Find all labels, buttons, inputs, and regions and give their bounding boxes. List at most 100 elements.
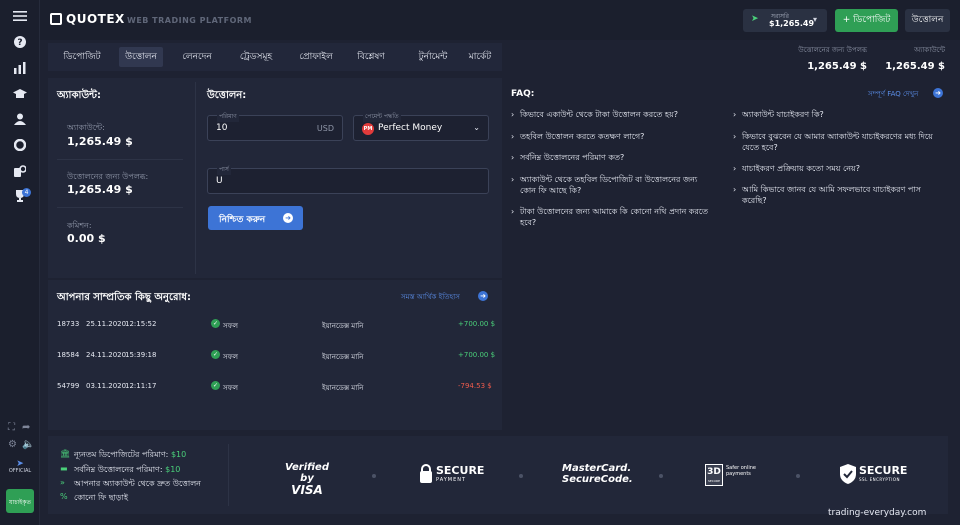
- request-id: 18733: [57, 320, 80, 328]
- purse-label: পার্স: [217, 164, 231, 175]
- tab-deposit[interactable]: ডিপোজিট: [54, 47, 110, 67]
- faq-question: সর্বনিম্ন উত্তোলনের পরিমাণ কত?: [520, 153, 625, 162]
- tab-tournaments[interactable]: টুর্নামেন্ট: [403, 47, 463, 67]
- fast-forward-icon: »: [60, 478, 65, 487]
- education-icon[interactable]: [10, 88, 30, 104]
- request-method: ইয়ানডেক্স মানি: [322, 353, 364, 361]
- feature-text: আপনার অ্যাকাউন্ট থেকে দ্রুত উত্তোলন: [74, 479, 201, 488]
- request-status: সফল: [223, 322, 238, 330]
- commission-value: 0.00 $: [67, 232, 106, 245]
- visa-bottom: VISA: [291, 483, 323, 497]
- payment-method-label: পেমেন্ট পদ্ধতি: [363, 111, 401, 122]
- full-faq-link[interactable]: সম্পূর্ণ FAQ দেখুন: [868, 88, 918, 100]
- confirm-label: নিশ্চিত করুন: [219, 215, 266, 225]
- separator-dot: [659, 474, 663, 478]
- 3d-text: 3D: [707, 467, 721, 477]
- mastercard-top: MasterCard.: [562, 463, 632, 474]
- ssl-secure-text: SECURE: [859, 464, 908, 477]
- tab-withdraw[interactable]: উত্তোলন: [119, 47, 163, 67]
- amount-value: 10: [216, 123, 228, 133]
- chevron-right-icon: ›: [733, 164, 737, 173]
- in-account-value: 1,265.49 $: [67, 135, 133, 148]
- fullscreen-icon[interactable]: ⛶: [8, 422, 15, 433]
- tab-profile[interactable]: প্রোফাইল: [291, 47, 341, 67]
- help-icon[interactable]: ?: [10, 36, 30, 52]
- financial-history-link[interactable]: সমস্ত আর্থিক ইতিহাস: [401, 291, 460, 303]
- chevron-right-icon: ›: [511, 132, 515, 141]
- faq-item[interactable]: › কিভাবে একাউন্ট থেকে টাকা উত্তোলন করতে হ…: [511, 109, 720, 120]
- currency-label: USD: [316, 124, 334, 133]
- verified-badge: যাচাইকৃত: [6, 489, 34, 513]
- faq-item[interactable]: › যাচাইকরণ প্রক্রিয়ায় কতো সময় নেয়?: [733, 163, 942, 174]
- arrow-right-icon: ➜: [283, 213, 293, 223]
- divider: [228, 444, 229, 506]
- percent-icon: %: [60, 492, 68, 501]
- mastercard-securecode-logo: MasterCard. SecureCode.: [562, 463, 633, 486]
- user-icon[interactable]: [10, 113, 30, 129]
- request-status: সফল: [223, 384, 238, 392]
- account-title: অ্যাকাউন্ট:: [57, 90, 102, 101]
- faq-title: FAQ:: [511, 89, 535, 99]
- tab-transactions[interactable]: লেনদেন: [174, 47, 220, 67]
- faq-item[interactable]: › অ্যাকাউন্ট যাচাইকরণ কি?: [733, 109, 942, 120]
- chevron-right-icon: ›: [511, 207, 515, 216]
- success-icon: ✓: [211, 350, 220, 359]
- tab-market[interactable]: মার্কেট: [460, 47, 500, 67]
- tab-trades[interactable]: ট্রেডসমূহ: [231, 47, 281, 67]
- bank-icon: 🏛: [60, 449, 71, 458]
- chevron-right-icon: ›: [511, 175, 515, 184]
- confirm-button[interactable]: নিশ্চিত করুন ➜: [208, 206, 303, 230]
- purse-input[interactable]: পার্স U: [207, 164, 489, 194]
- payment-method-select[interactable]: পেমেন্ট পদ্ধতি PM Perfect Money ⌄: [353, 111, 489, 141]
- request-time: 12:15:52: [125, 320, 157, 328]
- faq-question: যাচাইকরণ প্রক্রিয়ায় কতো সময় নেয়?: [742, 164, 860, 173]
- available-value: 1,265.49 $: [67, 183, 133, 196]
- request-date: 03.11.2020: [86, 382, 127, 390]
- market-icon[interactable]: [10, 165, 30, 181]
- settings-icon[interactable]: ⚙: [8, 439, 17, 450]
- request-method: ইয়ানডেক্স মানি: [322, 384, 364, 392]
- request-amount: +700.00 $: [458, 351, 496, 359]
- faq-item[interactable]: › অ্যাকাউন্ট থেকে তহবিল ডিপোজিট বা উত্তোল…: [511, 174, 715, 196]
- lock-icon: [420, 464, 432, 483]
- faq-question: টাকা উত্তোলনের জন্য আমাকে কি কোনো নথি প্…: [520, 207, 709, 227]
- menu-icon[interactable]: [10, 10, 30, 26]
- logo[interactable]: QUOTEX: [50, 12, 125, 26]
- amount-input[interactable]: পরিমাণ 10 USD: [207, 111, 343, 141]
- faq-item[interactable]: › আমি কিভাবে জানব যে আমি সফলভাবে যাচাইকরণ…: [733, 184, 942, 206]
- request-method: ইয়ানডেক্স মানি: [322, 322, 364, 330]
- official-telegram[interactable]: ➤ OFFICIAL: [7, 460, 33, 475]
- success-icon: ✓: [211, 319, 220, 328]
- share-icon[interactable]: ➦: [22, 422, 30, 433]
- faq-item[interactable]: › সর্বনিম্ন উত্তোলনের পরিমাণ কত?: [511, 152, 720, 163]
- 3d-caption: Safer online payments: [726, 465, 756, 477]
- faq-item[interactable]: › টাকা উত্তোলনের জন্য আমাকে কি কোনো নথি প…: [511, 206, 715, 228]
- withdraw-button[interactable]: উত্তোলন: [905, 9, 950, 32]
- tabs-bar: ডিপোজিট উত্তোলন লেনদেন ট্রেডসমূহ প্রোফাই…: [48, 43, 502, 71]
- account-switcher[interactable]: ➤ সরাসরি $1,265.49 ▾: [743, 9, 827, 32]
- faq-item[interactable]: › কিভাবে বুঝবেন যে আমার অ্যাকাউন্ট যাচাইক…: [733, 131, 942, 153]
- support-icon[interactable]: [10, 138, 30, 155]
- separator-dot: [519, 474, 523, 478]
- request-id: 54799: [57, 382, 80, 390]
- chevron-down-icon: ⌄: [473, 123, 480, 132]
- in-account-label: অ্যাকাউন্টে:: [67, 123, 105, 132]
- faq-question: তহবিল উত্তোলন করতে কতক্ষণ লাগে?: [520, 132, 645, 141]
- ssl-bottom-text: SSL ENCRYPTION: [859, 477, 901, 482]
- available-value: 1,265.49 $: [807, 61, 867, 72]
- payment-method-value: Perfect Money: [378, 123, 443, 133]
- chart-icon[interactable]: [10, 62, 30, 78]
- 3d-box: 3D SECURE: [705, 464, 723, 486]
- separator-dot: [372, 474, 376, 478]
- tagline: WEB TRADING PLATFORM: [127, 16, 253, 25]
- chevron-right-icon: ›: [733, 185, 737, 194]
- deposit-button[interactable]: + ডিপোজিট: [835, 9, 898, 32]
- logo-text: QUOTEX: [66, 12, 125, 26]
- in-account-value: 1,265.49 $: [885, 61, 945, 72]
- request-status: সফল: [223, 353, 238, 361]
- divider: [57, 159, 183, 160]
- faq-item[interactable]: › তহবিল উত্তোলন করতে কতক্ষণ লাগে?: [511, 131, 720, 142]
- in-account-label: অ্যাকাউন্টে: [914, 46, 945, 54]
- sound-icon[interactable]: 🔈: [22, 439, 34, 450]
- tab-analytics[interactable]: বিশ্লেষণ: [350, 47, 392, 67]
